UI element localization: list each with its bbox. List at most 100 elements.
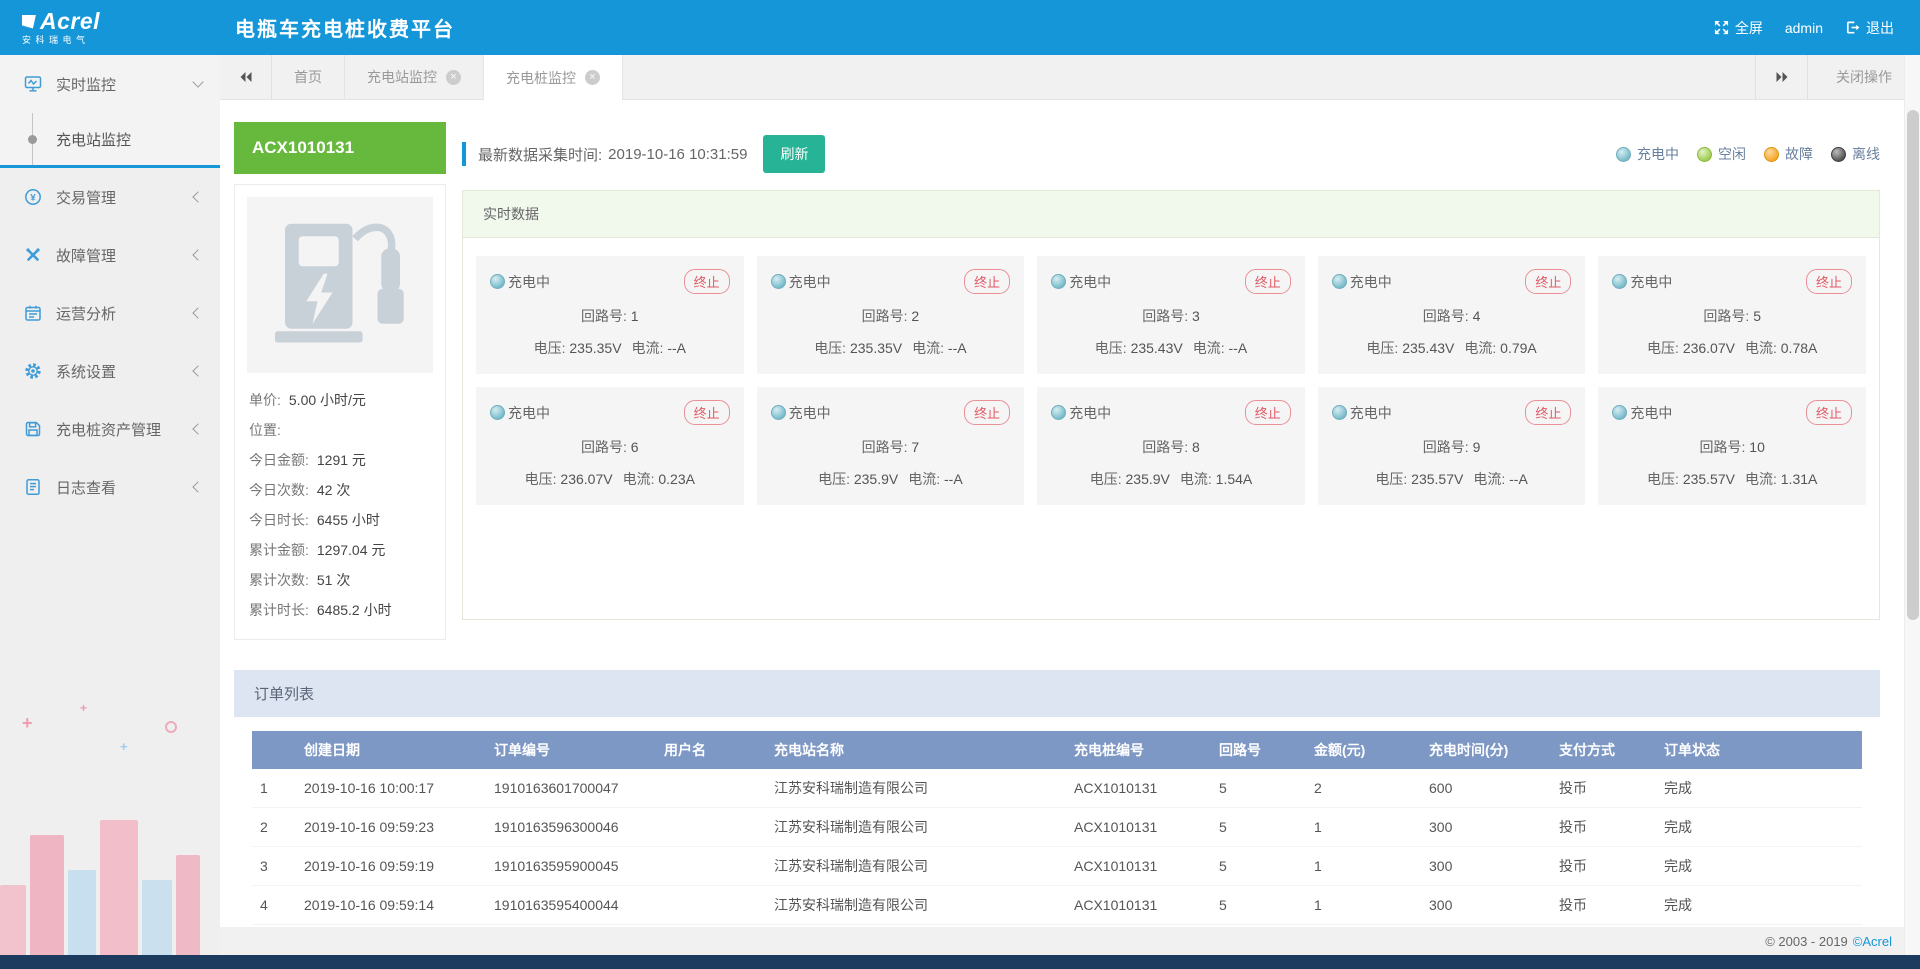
circuit-no-label: 回路号: bbox=[1700, 439, 1746, 455]
circuit-no-value: 10 bbox=[1749, 439, 1765, 455]
col-header-index bbox=[252, 731, 296, 769]
cell-duration: 600 bbox=[1421, 769, 1551, 808]
stat-total-amount: 累计金额: 1297.04 元 bbox=[249, 535, 431, 565]
cell-pile-no: ACX1010131 bbox=[1066, 847, 1211, 886]
charging-dot-icon bbox=[1332, 405, 1347, 420]
stop-button[interactable]: 终止 bbox=[1245, 269, 1291, 294]
scrollbar-thumb[interactable] bbox=[1907, 110, 1919, 620]
cell-circuit-no: 5 bbox=[1211, 886, 1306, 925]
current-value: 1.31A bbox=[1781, 471, 1818, 487]
circuit-no-label: 回路号: bbox=[862, 439, 908, 455]
stat-label: 今日次数: bbox=[249, 475, 309, 505]
stop-button[interactable]: 终止 bbox=[1525, 400, 1571, 425]
user-menu[interactable]: admin bbox=[1785, 20, 1823, 36]
sidebar-item-realtime-monitor[interactable]: 实时监控 bbox=[0, 55, 220, 113]
sidebar-item-transactions[interactable]: ¥ 交易管理 bbox=[0, 168, 220, 226]
sidebar-subitem-charging-station-monitor[interactable]: 充电站监控 bbox=[0, 113, 220, 165]
cell-station-name: 江苏安科瑞制造有限公司 bbox=[766, 808, 1066, 847]
tab-station-monitor[interactable]: 充电站监控 × bbox=[345, 55, 484, 99]
tab-close-icon[interactable]: × bbox=[585, 70, 600, 85]
calendar-icon bbox=[24, 304, 42, 322]
cell-pay-method: 投币 bbox=[1551, 769, 1656, 808]
legend-label: 充电中 bbox=[1637, 144, 1679, 164]
stop-button[interactable]: 终止 bbox=[684, 269, 730, 294]
circuit-no-value: 9 bbox=[1473, 439, 1481, 455]
chevron-left-icon bbox=[192, 365, 203, 376]
circuit-card-9: 充电中 终止 回路号: 9 电压: 235.57V电流: --A bbox=[1318, 387, 1586, 505]
table-row[interactable]: 2 2019-10-16 09:59:23 1910163596300046 江… bbox=[252, 808, 1862, 847]
legend-charging: 充电中 bbox=[1616, 144, 1679, 164]
sidebar-item-label: 故障管理 bbox=[56, 245, 116, 266]
circuit-no-label: 回路号: bbox=[1142, 439, 1188, 455]
cell-amount: 2 bbox=[1306, 769, 1421, 808]
circuit-status: 充电中 bbox=[1069, 272, 1111, 292]
brand-link[interactable]: ©Acrel bbox=[1853, 934, 1892, 949]
stat-value: 1291 元 bbox=[317, 445, 366, 475]
voltage-label: 电压: bbox=[818, 471, 850, 487]
stop-button[interactable]: 终止 bbox=[964, 400, 1010, 425]
tab-close-icon[interactable]: × bbox=[446, 70, 461, 85]
circuit-card-3: 充电中 终止 回路号: 3 电压: 235.43V电流: --A bbox=[1037, 256, 1305, 374]
tab-label: 充电站监控 bbox=[367, 67, 437, 87]
orders-section: 订单列表 创建日期 订单编号 用 bbox=[234, 670, 1880, 927]
voltage-value: 236.07V bbox=[560, 471, 612, 487]
sidebar-item-assets[interactable]: 充电桩资产管理 bbox=[0, 400, 220, 458]
stop-button[interactable]: 终止 bbox=[964, 269, 1010, 294]
table-row[interactable]: 1 2019-10-16 10:00:17 1910163601700047 江… bbox=[252, 769, 1862, 808]
orders-panel-title: 订单列表 bbox=[234, 670, 1880, 717]
stat-value: 42 次 bbox=[317, 475, 350, 505]
refresh-button[interactable]: 刷新 bbox=[763, 135, 825, 173]
fullscreen-button[interactable]: 全屏 bbox=[1714, 18, 1763, 38]
stop-button[interactable]: 终止 bbox=[1525, 269, 1571, 294]
offline-dot-icon bbox=[1831, 147, 1846, 162]
circuit-card-1: 充电中 终止 回路号: 1 电压: 235.35V电流: --A bbox=[476, 256, 744, 374]
chevron-left-icon bbox=[192, 423, 203, 434]
table-row[interactable]: 3 2019-10-16 09:59:19 1910163595900045 江… bbox=[252, 847, 1862, 886]
accent-bar bbox=[462, 142, 466, 166]
stop-button[interactable]: 终止 bbox=[1806, 269, 1852, 294]
cell-index: 2 bbox=[252, 808, 296, 847]
sidebar-item-faults[interactable]: 故障管理 bbox=[0, 226, 220, 284]
sidebar-item-settings[interactable]: 系统设置 bbox=[0, 342, 220, 400]
tabs-scroll-right-button[interactable] bbox=[1755, 55, 1807, 99]
bottom-strip bbox=[0, 955, 1920, 969]
stop-button[interactable]: 终止 bbox=[684, 400, 730, 425]
circuit-no-label: 回路号: bbox=[862, 308, 908, 324]
circuit-status: 充电中 bbox=[789, 272, 831, 292]
cell-station-name: 江苏安科瑞制造有限公司 bbox=[766, 769, 1066, 808]
logout-label: 退出 bbox=[1866, 18, 1894, 38]
voltage-value: 235.43V bbox=[1402, 340, 1454, 356]
sidebar-item-label: 充电桩资产管理 bbox=[56, 419, 161, 440]
chevron-left-icon bbox=[192, 249, 203, 260]
tab-home[interactable]: 首页 bbox=[272, 55, 345, 99]
stop-button[interactable]: 终止 bbox=[1245, 400, 1291, 425]
sidebar-item-logs[interactable]: 日志查看 bbox=[0, 458, 220, 516]
current-value: --A bbox=[1509, 471, 1528, 487]
voltage-label: 电压: bbox=[1375, 471, 1407, 487]
cell-pile-no: ACX1010131 bbox=[1066, 769, 1211, 808]
tabs-scroll-left-button[interactable] bbox=[220, 55, 272, 99]
cell-station-name: 江苏安科瑞制造有限公司 bbox=[766, 847, 1066, 886]
sidebar-item-analytics[interactable]: 运营分析 bbox=[0, 284, 220, 342]
gear-icon bbox=[24, 362, 42, 380]
current-value: --A bbox=[667, 340, 686, 356]
cell-index: 3 bbox=[252, 847, 296, 886]
circuit-no-label: 回路号: bbox=[1703, 308, 1749, 324]
cell-amount: 1 bbox=[1306, 886, 1421, 925]
logout-button[interactable]: 退出 bbox=[1845, 18, 1894, 38]
stat-today-count: 今日次数: 42 次 bbox=[249, 475, 431, 505]
stat-label: 今日金额: bbox=[249, 445, 309, 475]
table-row[interactable]: 4 2019-10-16 09:59:14 1910163595400044 江… bbox=[252, 886, 1862, 925]
tab-pile-monitor[interactable]: 充电桩监控 × bbox=[484, 55, 623, 100]
station-id: ACX1010131 bbox=[234, 122, 446, 174]
orders-table: 创建日期 订单编号 用户名 充电站名称 充电桩编号 回路号 金额(元) 充电时间… bbox=[252, 731, 1862, 927]
stat-label: 累计金额: bbox=[249, 535, 309, 565]
logout-icon bbox=[1845, 20, 1860, 35]
cell-station-name: 江苏安科瑞制造有限公司 bbox=[766, 886, 1066, 925]
stop-button[interactable]: 终止 bbox=[1806, 400, 1852, 425]
log-document-icon bbox=[24, 478, 42, 496]
current-label: 电流: bbox=[1745, 340, 1777, 356]
circuit-no-value: 2 bbox=[911, 308, 919, 324]
current-label: 电流: bbox=[908, 471, 940, 487]
circuit-status: 充电中 bbox=[508, 272, 550, 292]
